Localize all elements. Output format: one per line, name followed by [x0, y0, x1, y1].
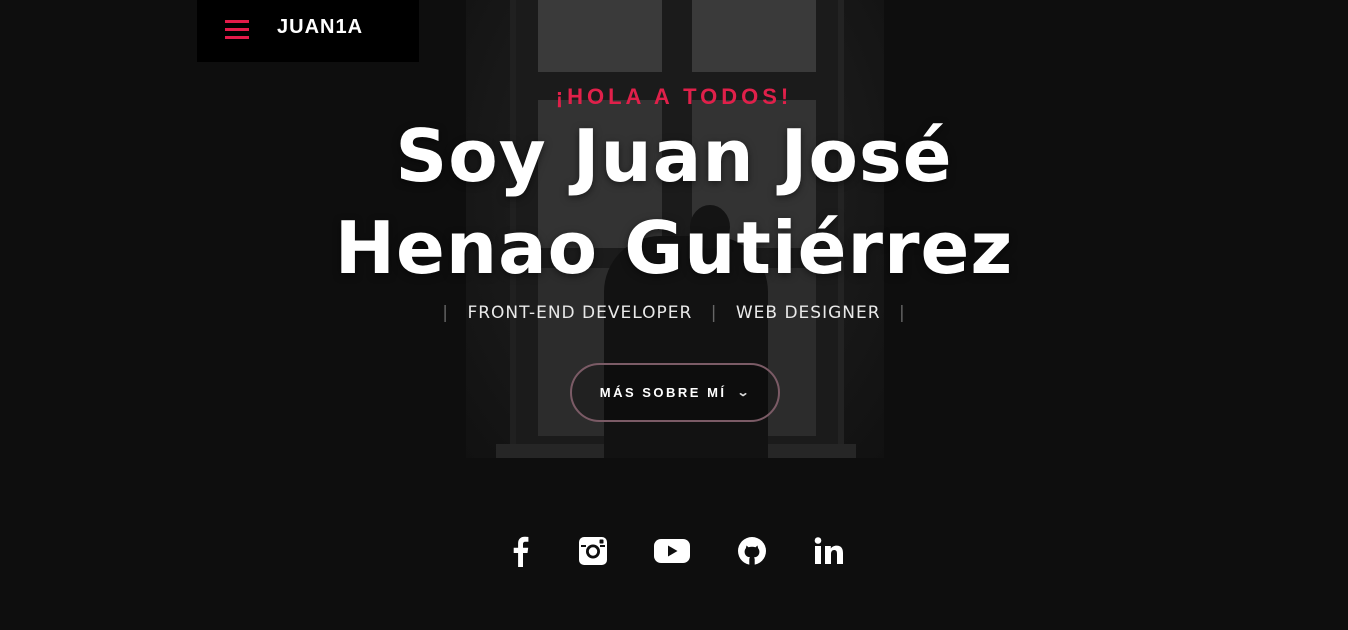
hero-page: JUAN1A ¡HOLA A TODOS! Soy Juan José Hena… — [0, 0, 1348, 630]
more-about-me-button[interactable]: MÁS SOBRE MÍ ⌄ — [570, 363, 780, 422]
hero-title-line-2: Henao Gutiérrez — [334, 206, 1014, 290]
hero-title: Soy Juan José Henao Gutiérrez — [0, 110, 1348, 294]
social-links — [0, 530, 1348, 572]
hero-roles: | FRONT-END DEVELOPER | WEB DESIGNER | — [0, 303, 1348, 323]
chevron-down-icon: ⌄ — [736, 387, 753, 399]
role-frontend-developer: FRONT-END DEVELOPER — [467, 303, 693, 323]
linkedin-icon[interactable] — [808, 530, 850, 572]
hero-greeting: ¡HOLA A TODOS! — [555, 84, 793, 109]
hamburger-menu-icon[interactable] — [225, 20, 249, 40]
more-about-me-label: MÁS SOBRE MÍ — [599, 385, 727, 400]
facebook-icon[interactable] — [499, 530, 541, 572]
github-icon[interactable] — [731, 530, 773, 572]
role-separator: | — [442, 303, 450, 323]
hero-title-line-1: Soy Juan José — [395, 114, 953, 198]
role-web-designer: WEB DESIGNER — [735, 303, 881, 323]
brand-logo-text[interactable]: JUAN1A — [277, 16, 363, 39]
instagram-icon[interactable] — [572, 530, 614, 572]
role-separator: | — [898, 303, 906, 323]
role-separator: | — [710, 303, 718, 323]
youtube-icon[interactable] — [651, 530, 693, 572]
brand-bar: JUAN1A — [197, 0, 419, 62]
